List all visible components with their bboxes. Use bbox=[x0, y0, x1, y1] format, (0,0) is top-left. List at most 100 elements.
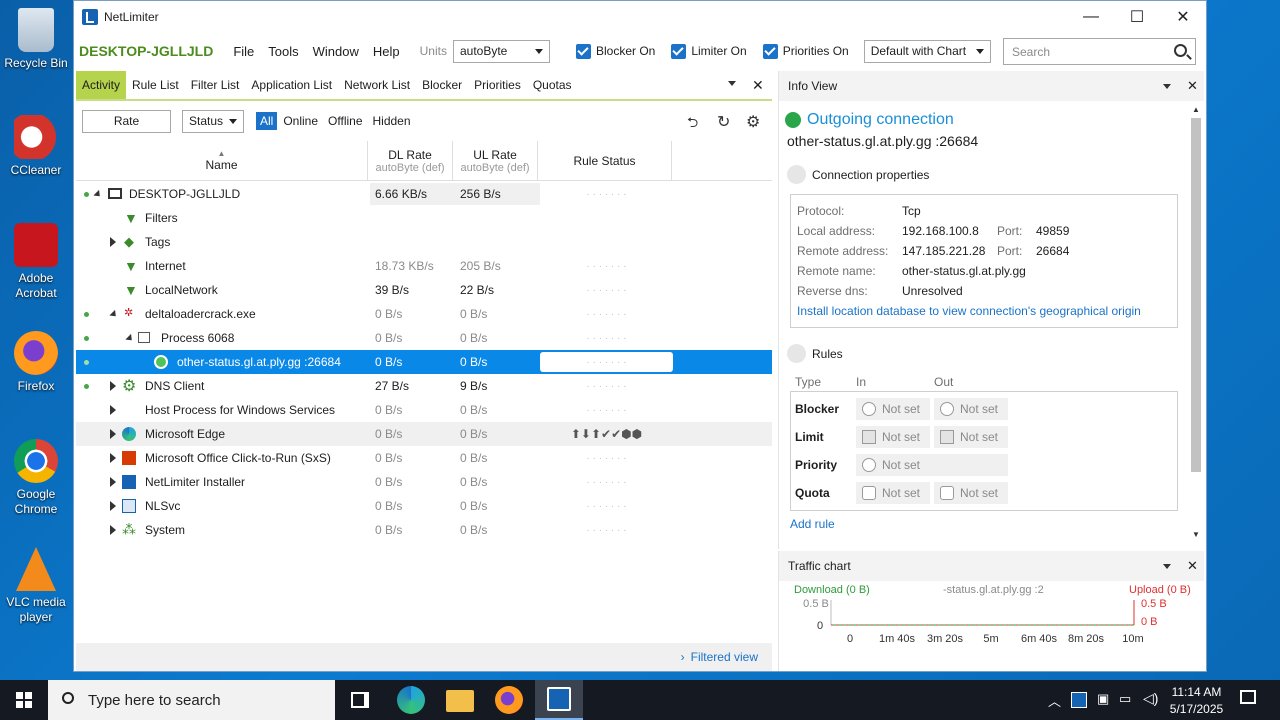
notifications-icon[interactable] bbox=[1240, 690, 1256, 704]
table-row[interactable]: ✲ deltaloadercrack.exe 0 B/s 0 B/s · · ·… bbox=[76, 302, 772, 326]
tab-network-list[interactable]: Network List bbox=[338, 71, 416, 99]
col-rule-status[interactable]: Rule Status bbox=[538, 141, 672, 180]
filtered-view-link[interactable]: › Filtered view bbox=[76, 643, 772, 671]
tab-activity[interactable]: Activity bbox=[76, 71, 127, 99]
expand-closed-icon[interactable] bbox=[110, 477, 116, 487]
rate-button[interactable]: Rate bbox=[82, 109, 171, 133]
rules-toggle[interactable]: Rules bbox=[787, 344, 1204, 363]
network-icon[interactable]: ▭ bbox=[1119, 691, 1131, 707]
expand-closed-icon[interactable] bbox=[110, 405, 116, 415]
tab-rule-list[interactable]: Rule List bbox=[126, 71, 185, 99]
info-scrollbar[interactable]: ▲ ▼ bbox=[1190, 105, 1202, 539]
quota-out-button[interactable]: Not set bbox=[934, 482, 1008, 504]
table-row[interactable]: Microsoft Office Click-to-Run (SxS) 0 B/… bbox=[76, 446, 772, 470]
ccleaner-shortcut[interactable]: CCleaner bbox=[4, 115, 68, 178]
edge-taskbar-icon[interactable] bbox=[397, 686, 425, 714]
quota-in-button[interactable]: Not set bbox=[856, 482, 930, 504]
col-dl-rate[interactable]: DL Rate autoByte (def) bbox=[368, 141, 453, 180]
priority-button[interactable]: Not set bbox=[856, 454, 1008, 476]
scroll-up-icon[interactable]: ▲ bbox=[1190, 105, 1202, 114]
table-row[interactable]: ▼ Filters bbox=[76, 206, 772, 230]
refresh-icon[interactable]: ↻ bbox=[717, 112, 730, 132]
minimize-button[interactable]: — bbox=[1068, 1, 1114, 32]
table-row[interactable]: ⚙ DNS Client 27 B/s 9 B/s · · · · · · · bbox=[76, 374, 772, 398]
expand-closed-icon[interactable] bbox=[110, 381, 116, 391]
scroll-thumb[interactable] bbox=[1191, 118, 1201, 472]
table-row[interactable]: Process 6068 0 B/s 0 B/s · · · · · · · bbox=[76, 326, 772, 350]
limit-out-button[interactable]: Not set bbox=[934, 426, 1008, 448]
units-select[interactable]: autoByte bbox=[452, 39, 550, 63]
tab-application-list[interactable]: Application List bbox=[245, 71, 338, 99]
netlimiter-tray-icon[interactable] bbox=[1071, 692, 1087, 708]
table-row[interactable]: ◆ Tags bbox=[76, 230, 772, 254]
expand-closed-icon[interactable] bbox=[110, 501, 116, 511]
expand-open-icon[interactable] bbox=[125, 333, 135, 343]
blocker-toggle[interactable]: Blocker On bbox=[575, 43, 655, 59]
firefox-taskbar-icon[interactable] bbox=[495, 686, 523, 714]
table-row[interactable]: DESKTOP-JGLLJLD 6.66 KB/s 256 B/s · · · … bbox=[76, 182, 772, 206]
gear-icon[interactable]: ⚙ bbox=[746, 112, 760, 132]
expand-closed-icon[interactable] bbox=[110, 237, 116, 247]
taskbar-search[interactable]: Type here to search bbox=[48, 680, 335, 720]
windows-start-icon[interactable] bbox=[16, 692, 32, 708]
close-pane-icon[interactable]: ✕ bbox=[752, 77, 764, 94]
col-ul-rate[interactable]: UL Rate autoByte (def) bbox=[453, 141, 538, 180]
chevron-down-icon[interactable] bbox=[728, 81, 736, 86]
maximize-button[interactable]: ☐ bbox=[1114, 1, 1160, 32]
filter-all[interactable]: All bbox=[256, 112, 278, 130]
limit-in-button[interactable]: Not set bbox=[856, 426, 930, 448]
filter-online[interactable]: Online bbox=[283, 114, 318, 128]
expand-open-icon[interactable] bbox=[93, 189, 103, 199]
menu-tools[interactable]: Tools bbox=[268, 44, 298, 59]
recycle-bin-shortcut[interactable]: Recycle Bin bbox=[4, 8, 68, 71]
search-icon[interactable] bbox=[1174, 44, 1187, 57]
blocker-in-button[interactable]: Not set bbox=[856, 398, 930, 420]
tray-chevron-up-icon[interactable]: ︿ bbox=[1048, 691, 1061, 710]
chrome-shortcut[interactable]: Google Chrome bbox=[4, 439, 68, 517]
firefox-shortcut[interactable]: Firefox bbox=[4, 331, 68, 394]
chevron-down-icon[interactable] bbox=[1163, 564, 1171, 569]
collapse-icon[interactable]: ⮌ bbox=[687, 112, 698, 136]
file-explorer-icon[interactable] bbox=[446, 690, 474, 712]
close-pane-icon[interactable]: ✕ bbox=[1187, 78, 1198, 94]
adobe-acrobat-shortcut[interactable]: Adobe Acrobat bbox=[4, 223, 68, 301]
tab-blocker[interactable]: Blocker bbox=[416, 71, 468, 99]
table-row[interactable]: ⁂ System 0 B/s 0 B/s · · · · · · · bbox=[76, 518, 772, 542]
search-input[interactable]: Search bbox=[1003, 38, 1196, 65]
expand-closed-icon[interactable] bbox=[110, 453, 116, 463]
tab-filter-list[interactable]: Filter List bbox=[185, 71, 246, 99]
expand-closed-icon[interactable] bbox=[110, 429, 116, 439]
expand-open-icon[interactable] bbox=[109, 309, 119, 319]
table-row[interactable]: NetLimiter Installer 0 B/s 0 B/s · · · ·… bbox=[76, 470, 772, 494]
col-name[interactable]: ▲ Name bbox=[76, 141, 368, 180]
blocker-out-button[interactable]: Not set bbox=[934, 398, 1008, 420]
menu-file[interactable]: File bbox=[233, 44, 254, 59]
tray-device-icon[interactable]: ▣ bbox=[1097, 691, 1109, 707]
close-pane-icon[interactable]: ✕ bbox=[1187, 558, 1198, 574]
scroll-down-icon[interactable]: ▼ bbox=[1190, 530, 1202, 539]
expand-closed-icon[interactable] bbox=[110, 525, 116, 535]
priorities-toggle[interactable]: Priorities On bbox=[762, 43, 849, 59]
filter-offline[interactable]: Offline bbox=[328, 114, 362, 128]
table-row-selected[interactable]: other-status.gl.at.ply.gg :26684 0 B/s 0… bbox=[76, 350, 772, 374]
table-row[interactable]: Microsoft Edge 0 B/s 0 B/s ⬆⬇⬆✔✔⬢⬢ bbox=[76, 422, 772, 446]
vlc-shortcut[interactable]: VLC media player bbox=[4, 547, 68, 625]
tab-quotas[interactable]: Quotas bbox=[527, 71, 578, 99]
task-view-icon[interactable] bbox=[351, 692, 369, 708]
add-rule-link[interactable]: Add rule bbox=[790, 517, 1204, 531]
limiter-toggle[interactable]: Limiter On bbox=[671, 43, 747, 59]
volume-icon[interactable]: ◁) bbox=[1143, 690, 1158, 707]
close-button[interactable]: ✕ bbox=[1160, 1, 1206, 32]
install-location-db-link[interactable]: Install location database to view connec… bbox=[797, 301, 1171, 321]
filter-hidden[interactable]: Hidden bbox=[373, 114, 411, 128]
table-row[interactable]: ▼ Internet 18.73 KB/s 205 B/s · · · · · … bbox=[76, 254, 772, 278]
menu-help[interactable]: Help bbox=[373, 44, 400, 59]
table-row[interactable]: NLSvc 0 B/s 0 B/s · · · · · · · bbox=[76, 494, 772, 518]
clock-date[interactable]: 5/17/2025 bbox=[1169, 702, 1224, 716]
chevron-down-icon[interactable] bbox=[1163, 84, 1171, 89]
menu-window[interactable]: Window bbox=[313, 44, 359, 59]
clock-time[interactable]: 11:14 AM bbox=[1169, 685, 1224, 699]
layout-select[interactable]: Default with Chart bbox=[863, 39, 991, 63]
tab-priorities[interactable]: Priorities bbox=[468, 71, 527, 99]
table-row[interactable]: Host Process for Windows Services 0 B/s … bbox=[76, 398, 772, 422]
